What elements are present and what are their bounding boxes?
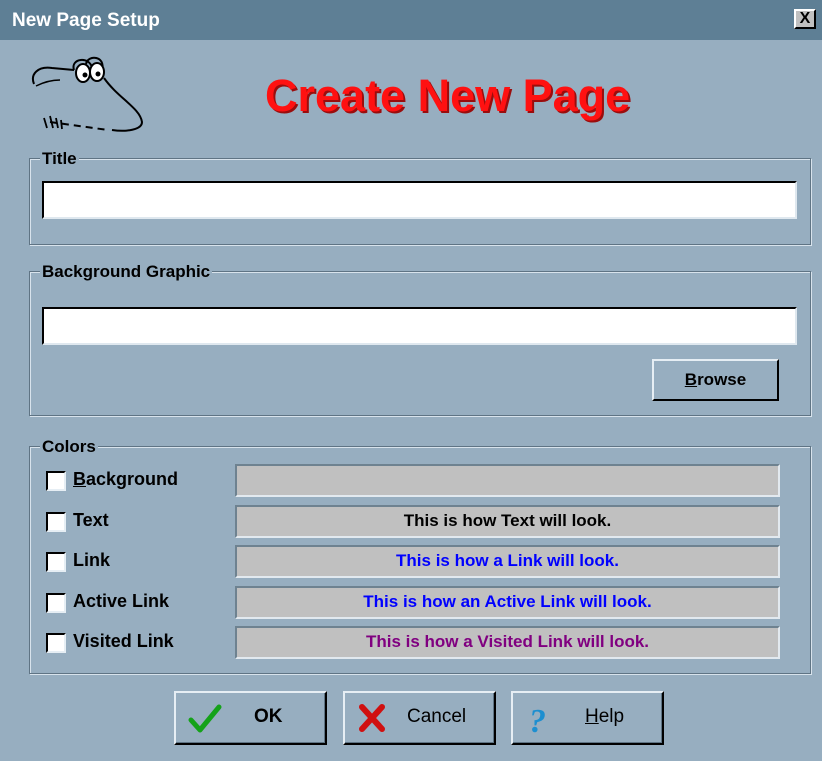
background-color-label[interactable]: Background xyxy=(73,469,178,490)
title-bar[interactable]: New Page Setup X xyxy=(0,0,822,40)
page-heading: Create New Page xyxy=(265,70,631,121)
visited-link-color-preview: This is how a Visited Link will look. xyxy=(235,626,780,659)
help-label-text: elp xyxy=(598,706,625,727)
background-color-mnemonic: B xyxy=(73,469,86,489)
link-color-label[interactable]: Link xyxy=(73,550,110,571)
text-color-checkbox[interactable] xyxy=(46,512,66,532)
help-mnemonic: H xyxy=(585,706,599,727)
help-button[interactable]: ? Help xyxy=(511,691,664,745)
cancel-label: Cancel xyxy=(407,706,467,727)
browse-mnemonic: B xyxy=(684,370,698,389)
svg-text:?: ? xyxy=(529,703,546,737)
text-color-label[interactable]: Text xyxy=(73,510,109,531)
link-color-preview: This is how a Link will look. xyxy=(235,545,780,578)
cancel-x-icon xyxy=(359,704,385,732)
background-graphic-input[interactable] xyxy=(42,307,797,345)
active-link-color-checkbox[interactable] xyxy=(46,593,66,613)
background-color-checkbox[interactable] xyxy=(46,471,66,491)
cartoon-face-icon xyxy=(32,56,144,132)
active-link-color-preview: This is how an Active Link will look. xyxy=(235,586,780,619)
browse-label: rowse xyxy=(697,370,747,389)
title-input[interactable] xyxy=(42,181,797,219)
checkmark-icon xyxy=(188,704,222,733)
ok-label: OK xyxy=(254,706,283,727)
browse-button[interactable]: Browse xyxy=(652,359,779,401)
text-color-preview: This is how Text will look. xyxy=(235,505,780,538)
help-label: Help xyxy=(585,706,624,728)
visited-link-color-label[interactable]: Visited Link xyxy=(73,631,174,652)
question-mark-icon: ? xyxy=(529,703,546,737)
background-graphic-legend: Background Graphic xyxy=(40,262,213,282)
cancel-button[interactable]: Cancel xyxy=(343,691,496,745)
title-legend: Title xyxy=(40,149,79,169)
new-page-setup-dialog: New Page Setup X Create New Page Title B… xyxy=(0,0,822,761)
close-button[interactable]: X xyxy=(794,9,816,29)
colors-legend: Colors xyxy=(40,437,98,457)
visited-link-color-checkbox[interactable] xyxy=(46,633,66,653)
background-color-preview xyxy=(235,464,780,497)
link-color-checkbox[interactable] xyxy=(46,552,66,572)
ok-button[interactable]: OK xyxy=(174,691,327,745)
background-color-label-text: ackground xyxy=(86,469,179,489)
active-link-color-label[interactable]: Active Link xyxy=(73,591,169,612)
window-title: New Page Setup xyxy=(12,10,160,31)
